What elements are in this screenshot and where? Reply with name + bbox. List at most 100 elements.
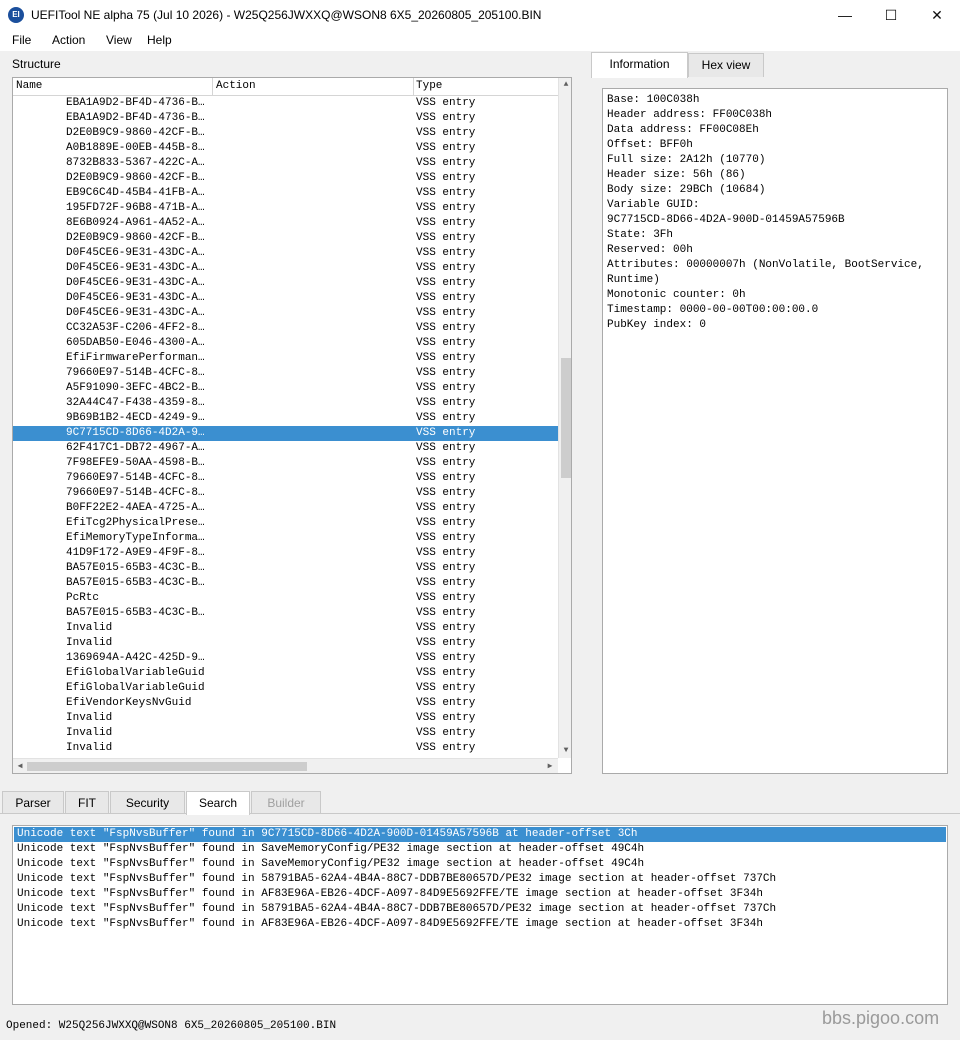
tab-fit[interactable]: FIT [65, 791, 109, 814]
tree-row[interactable]: EfiGlobalVariableGuid VSS entry [13, 681, 558, 696]
row-type: VSS entry [416, 337, 476, 349]
tree-row[interactable]: EB9C6C4D-45B4-41FB-A… VSS entry [13, 186, 558, 201]
tree-row[interactable]: BA57E015-65B3-4C3C-B… VSS entry [13, 576, 558, 591]
search-result-item[interactable]: Unicode text "FspNvsBuffer" found in 9C7… [14, 827, 946, 842]
menu-view[interactable]: View [106, 33, 132, 47]
tree-row[interactable]: EfiMemoryTypeInforma… VSS entry [13, 531, 558, 546]
row-type: VSS entry [416, 187, 476, 199]
tree-vertical-scrollbar[interactable]: ▲ ▼ [558, 78, 571, 758]
column-divider[interactable] [413, 78, 414, 95]
tab-security[interactable]: Security [110, 791, 185, 814]
search-result-item[interactable]: Unicode text "FspNvsBuffer" found in AF8… [14, 917, 946, 932]
search-result-item[interactable]: Unicode text "FspNvsBuffer" found in 587… [14, 902, 946, 917]
tab-information[interactable]: Information [591, 52, 688, 78]
row-name: 8E6B0924-A961-4A52-A… [66, 217, 205, 229]
search-result-item[interactable]: Unicode text "FspNvsBuffer" found in Sav… [14, 842, 946, 857]
tree-row[interactable]: EBA1A9D2-BF4D-4736-B… VSS entry [13, 96, 558, 111]
tree-row[interactable]: D0F45CE6-9E31-43DC-A… VSS entry [13, 306, 558, 321]
scroll-thumb[interactable] [27, 762, 307, 771]
tree-row[interactable]: 9B69B1B2-4ECD-4249-9… VSS entry [13, 411, 558, 426]
scroll-thumb[interactable] [561, 358, 571, 478]
tree-row[interactable]: A5F91090-3EFC-4BC2-B… VSS entry [13, 381, 558, 396]
tree-row[interactable]: BA57E015-65B3-4C3C-B… VSS entry [13, 561, 558, 576]
tree-row[interactable]: 605DAB50-E046-4300-A… VSS entry [13, 336, 558, 351]
tree-row[interactable]: Invalid VSS entry [13, 621, 558, 636]
info-line: Attributes: 00000007h (NonVolatile, Boot… [607, 259, 924, 271]
tree-row[interactable]: A0B1889E-00EB-445B-8… VSS entry [13, 141, 558, 156]
tree-row[interactable]: 79660E97-514B-4CFC-8… VSS entry [13, 366, 558, 381]
info-line: Offset: BFF0h [607, 139, 693, 151]
row-type: VSS entry [416, 487, 476, 499]
minimize-button[interactable]: — [822, 0, 868, 31]
tree-row[interactable]: B0FF22E2-4AEA-4725-A… VSS entry [13, 501, 558, 516]
tree-row[interactable]: D2E0B9C9-9860-42CF-B… VSS entry [13, 126, 558, 141]
row-type: VSS entry [416, 232, 476, 244]
row-name: D0F45CE6-9E31-43DC-A… [66, 247, 205, 259]
column-type-header[interactable]: Type [416, 80, 442, 92]
column-action-header[interactable]: Action [216, 80, 256, 92]
menu-action[interactable]: Action [52, 33, 85, 47]
maximize-button[interactable]: ☐ [868, 0, 914, 31]
tab-parser[interactable]: Parser [2, 791, 64, 814]
tree-row[interactable]: Invalid VSS entry [13, 726, 558, 741]
tree-row[interactable]: EfiGlobalVariableGuid VSS entry [13, 666, 558, 681]
tree-row[interactable]: 79660E97-514B-4CFC-8… VSS entry [13, 471, 558, 486]
tree-row[interactable]: PcRtc VSS entry [13, 591, 558, 606]
row-name: Invalid [66, 727, 113, 739]
search-result-item[interactable]: Unicode text "FspNvsBuffer" found in AF8… [14, 887, 946, 902]
tab-hex-view[interactable]: Hex view [688, 53, 764, 77]
tree-row[interactable]: D0F45CE6-9E31-43DC-A… VSS entry [13, 276, 558, 291]
tab-search[interactable]: Search [186, 791, 250, 815]
row-name: D0F45CE6-9E31-43DC-A… [66, 307, 205, 319]
tree-row[interactable]: 62F417C1-DB72-4967-A… VSS entry [13, 441, 558, 456]
row-type: VSS entry [416, 532, 476, 544]
row-name: D2E0B9C9-9860-42CF-B… [66, 127, 205, 139]
tree-row[interactable]: BA57E015-65B3-4C3C-B… VSS entry [13, 606, 558, 621]
tree-row[interactable]: 9C7715CD-8D66-4D2A-9… VSS entry [13, 426, 558, 441]
column-divider[interactable] [212, 78, 213, 95]
row-name: EfiMemoryTypeInforma… [66, 532, 205, 544]
column-name-header[interactable]: Name [16, 80, 42, 92]
tree-row[interactable]: EBA1A9D2-BF4D-4736-B… VSS entry [13, 111, 558, 126]
scroll-right-icon[interactable]: ▶ [543, 761, 557, 771]
tree-row[interactable]: 1369694A-A42C-425D-9… VSS entry [13, 651, 558, 666]
tree-row[interactable]: 8732B833-5367-422C-A… VSS entry [13, 156, 558, 171]
tree-row[interactable]: D0F45CE6-9E31-43DC-A… VSS entry [13, 291, 558, 306]
information-panel[interactable]: Base: 100C038h Header address: FF00C038h D… [602, 88, 948, 774]
row-name: D0F45CE6-9E31-43DC-A… [66, 277, 205, 289]
tree-row[interactable]: Invalid VSS entry [13, 741, 558, 756]
tree-row[interactable]: D2E0B9C9-9860-42CF-B… VSS entry [13, 231, 558, 246]
scroll-up-icon[interactable]: ▲ [559, 80, 571, 89]
row-type: VSS entry [416, 577, 476, 589]
search-result-item[interactable]: Unicode text "FspNvsBuffer" found in Sav… [14, 857, 946, 872]
tab-divider [0, 813, 960, 814]
tree-row[interactable]: 79660E97-514B-4CFC-8… VSS entry [13, 486, 558, 501]
tree-row[interactable]: Invalid VSS entry [13, 711, 558, 726]
menu-file[interactable]: File [12, 33, 31, 47]
tree-horizontal-scrollbar[interactable]: ◀ ▶ [13, 758, 558, 773]
tree-row[interactable]: 7F98EFE9-50AA-4598-B… VSS entry [13, 456, 558, 471]
menu-help[interactable]: Help [147, 33, 172, 47]
tree-row[interactable]: 41D9F172-A9E9-4F9F-8… VSS entry [13, 546, 558, 561]
tree-row[interactable]: 32A44C47-F438-4359-8… VSS entry [13, 396, 558, 411]
row-type: VSS entry [416, 367, 476, 379]
scroll-down-icon[interactable]: ▼ [559, 746, 571, 755]
close-button[interactable]: ✕ [914, 0, 960, 31]
tree-row[interactable]: EfiVendorKeysNvGuid VSS entry [13, 696, 558, 711]
tree-row[interactable]: D2E0B9C9-9860-42CF-B… VSS entry [13, 171, 558, 186]
tree-row[interactable]: EfiTcg2PhysicalPrese… VSS entry [13, 516, 558, 531]
row-type: VSS entry [416, 127, 476, 139]
search-results-list[interactable]: Unicode text "FspNvsBuffer" found in 9C7… [12, 825, 948, 1005]
tree-row[interactable]: D0F45CE6-9E31-43DC-A… VSS entry [13, 261, 558, 276]
search-result-item[interactable]: Unicode text "FspNvsBuffer" found in 587… [14, 872, 946, 887]
tree-row[interactable]: CC32A53F-C206-4FF2-8… VSS entry [13, 321, 558, 336]
tree-row[interactable]: D0F45CE6-9E31-43DC-A… VSS entry [13, 246, 558, 261]
tree-row[interactable]: 195FD72F-96B8-471B-A… VSS entry [13, 201, 558, 216]
tree-row[interactable]: EfiFirmwarePerforman… VSS entry [13, 351, 558, 366]
tree-row[interactable]: Invalid VSS entry [13, 636, 558, 651]
tree-row[interactable]: 8E6B0924-A961-4A52-A… VSS entry [13, 216, 558, 231]
row-name: 41D9F172-A9E9-4F9F-8… [66, 547, 205, 559]
row-type: VSS entry [416, 322, 476, 334]
scroll-left-icon[interactable]: ◀ [13, 761, 27, 771]
structure-tree[interactable]: Name Action Type EBA1A9D2-BF4D-4736-B… VS… [12, 77, 572, 774]
